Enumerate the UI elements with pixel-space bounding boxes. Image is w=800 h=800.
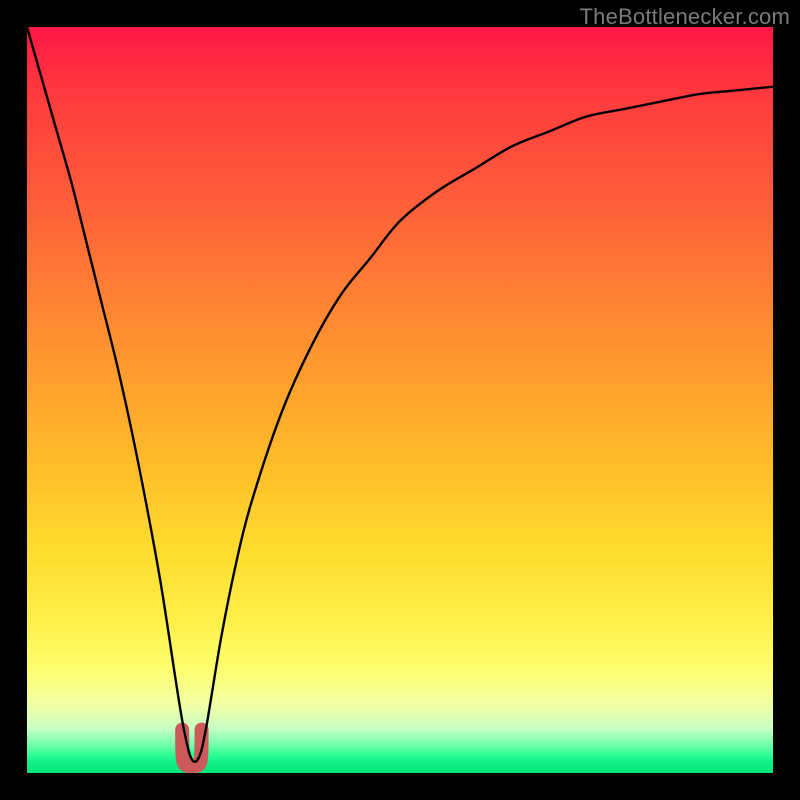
plot-area	[27, 27, 773, 773]
chart-frame: TheBottlenecker.com	[0, 0, 800, 800]
bottleneck-curve	[27, 27, 773, 773]
attribution-label: TheBottlenecker.com	[580, 4, 790, 30]
